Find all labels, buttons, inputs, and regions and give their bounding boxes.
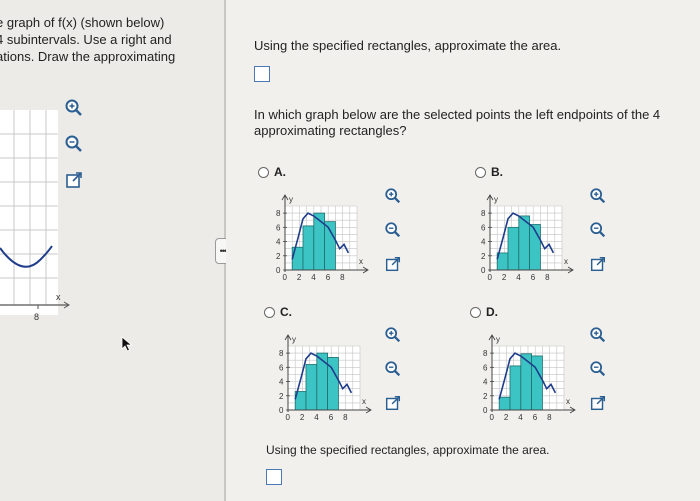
prompt-top: Using the specified rectangles, approxim…: [254, 38, 562, 53]
answer-input-top[interactable]: [254, 66, 270, 82]
x-axis-label: x: [564, 257, 568, 266]
zoom-in-icon[interactable]: [384, 187, 402, 205]
radio-b[interactable]: [475, 166, 486, 178]
radio-c[interactable]: [264, 306, 275, 318]
approx-rectangle: [507, 226, 520, 271]
approx-rectangle: [305, 364, 318, 411]
y-axis-label: y: [494, 195, 498, 204]
popout-icon[interactable]: [384, 394, 402, 412]
x-tick-label: 8: [343, 413, 348, 422]
zoom-in-icon[interactable]: [589, 187, 607, 205]
y-tick-label: 2: [481, 252, 486, 261]
zoom-out-icon[interactable]: [384, 221, 402, 239]
x-tick-label: 8: [340, 273, 345, 282]
y-tick-label: 6: [481, 223, 486, 232]
y-tick-label: 8: [483, 349, 488, 358]
y-tick-label: 2: [483, 392, 488, 401]
x-tick-label: 0: [488, 273, 493, 282]
zoom-out-icon[interactable]: [589, 360, 607, 378]
y-tick-label: 0: [276, 266, 281, 275]
y-tick-label: 0: [481, 266, 486, 275]
x-tick-label: 4: [516, 273, 521, 282]
problem-statement: e graph of f(x) (shown below) 4 subinter…: [0, 14, 220, 65]
option-a[interactable]: A.: [258, 165, 286, 179]
approx-rectangle: [498, 396, 511, 411]
left-graph-tick: 8: [34, 312, 39, 322]
y-tick-label: 6: [276, 223, 281, 232]
prompt-bottom: Using the specified rectangles, approxim…: [266, 443, 550, 457]
option-b[interactable]: B.: [475, 165, 503, 179]
question-line-1: In which graph below are the selected po…: [254, 107, 661, 122]
left-graph: x 8: [0, 110, 70, 322]
x-tick-label: 4: [314, 413, 319, 422]
option-a-label: A.: [274, 165, 286, 179]
x-tick-label: 2: [297, 273, 302, 282]
option-c[interactable]: C.: [264, 305, 292, 319]
popout-icon[interactable]: [589, 255, 607, 273]
x-tick-label: 6: [533, 413, 538, 422]
zoom-in-icon[interactable]: [589, 326, 607, 344]
x-tick-label: 2: [504, 413, 509, 422]
x-tick-label: 4: [311, 273, 316, 282]
y-tick-label: 8: [276, 209, 281, 218]
x-tick-label: 2: [300, 413, 305, 422]
y-tick-label: 0: [483, 406, 488, 415]
x-tick-label: 0: [283, 273, 288, 282]
approx-rectangle: [302, 225, 315, 271]
y-tick-label: 2: [276, 252, 281, 261]
y-tick-label: 4: [481, 238, 486, 247]
left-panel: e graph of f(x) (shown below) 4 subinter…: [0, 0, 226, 501]
answer-input-bottom[interactable]: [266, 469, 282, 485]
graph-d: yx864200 2 4 6 8: [483, 334, 576, 422]
option-b-label: B.: [491, 165, 503, 179]
option-d-label: D.: [486, 305, 498, 319]
option-d[interactable]: D.: [470, 305, 498, 319]
y-tick-label: 6: [483, 363, 488, 372]
zoom-in-icon[interactable]: [384, 326, 402, 344]
y-axis-label: y: [496, 335, 500, 344]
x-axis-label: x: [359, 257, 363, 266]
approx-rectangle: [531, 355, 543, 411]
x-axis-label: x: [362, 397, 366, 406]
popout-icon[interactable]: [589, 394, 607, 412]
y-tick-label: 2: [279, 392, 284, 401]
radio-d[interactable]: [470, 306, 481, 318]
option-c-label: C.: [280, 305, 292, 319]
x-tick-label: 6: [326, 273, 331, 282]
x-tick-label: 8: [545, 273, 550, 282]
graph-a: yx864200 2 4 6 8: [276, 194, 369, 282]
y-tick-label: 8: [279, 349, 284, 358]
x-axis-label: x: [566, 397, 570, 406]
y-tick-label: 4: [276, 238, 281, 247]
y-axis-label: y: [292, 335, 296, 344]
approx-rectangle: [509, 365, 522, 411]
problem-line: ations. Draw the approximating: [0, 49, 176, 64]
approx-rectangle: [313, 212, 325, 271]
x-tick-label: 6: [329, 413, 334, 422]
problem-line: 4 subintervals. Use a right and: [0, 32, 172, 47]
x-tick-label: 4: [518, 413, 523, 422]
x-tick-label: 2: [502, 273, 507, 282]
approx-rectangle: [316, 352, 328, 411]
y-tick-label: 0: [279, 406, 284, 415]
x-tick-label: 8: [547, 413, 552, 422]
y-tick-label: 6: [279, 363, 284, 372]
radio-a[interactable]: [258, 166, 269, 178]
question-line-2: approximating rectangles?: [254, 123, 407, 138]
problem-line: e graph of f(x) (shown below): [0, 15, 165, 30]
x-tick-label: 0: [490, 413, 495, 422]
zoom-out-icon[interactable]: [589, 221, 607, 239]
zoom-out-icon[interactable]: [384, 360, 402, 378]
y-tick-label: 4: [483, 378, 488, 387]
x-tick-label: 0: [286, 413, 291, 422]
popout-icon[interactable]: [384, 255, 402, 273]
mouse-cursor-icon: [121, 336, 133, 352]
graph-b: yx864200 2 4 6 8: [481, 194, 574, 282]
y-tick-label: 8: [481, 209, 486, 218]
graph-c: yx864200 2 4 6 8: [279, 334, 372, 422]
left-graph-x-label: x: [56, 292, 61, 302]
y-axis-label: y: [289, 195, 293, 204]
x-tick-label: 6: [531, 273, 536, 282]
y-tick-label: 4: [279, 378, 284, 387]
